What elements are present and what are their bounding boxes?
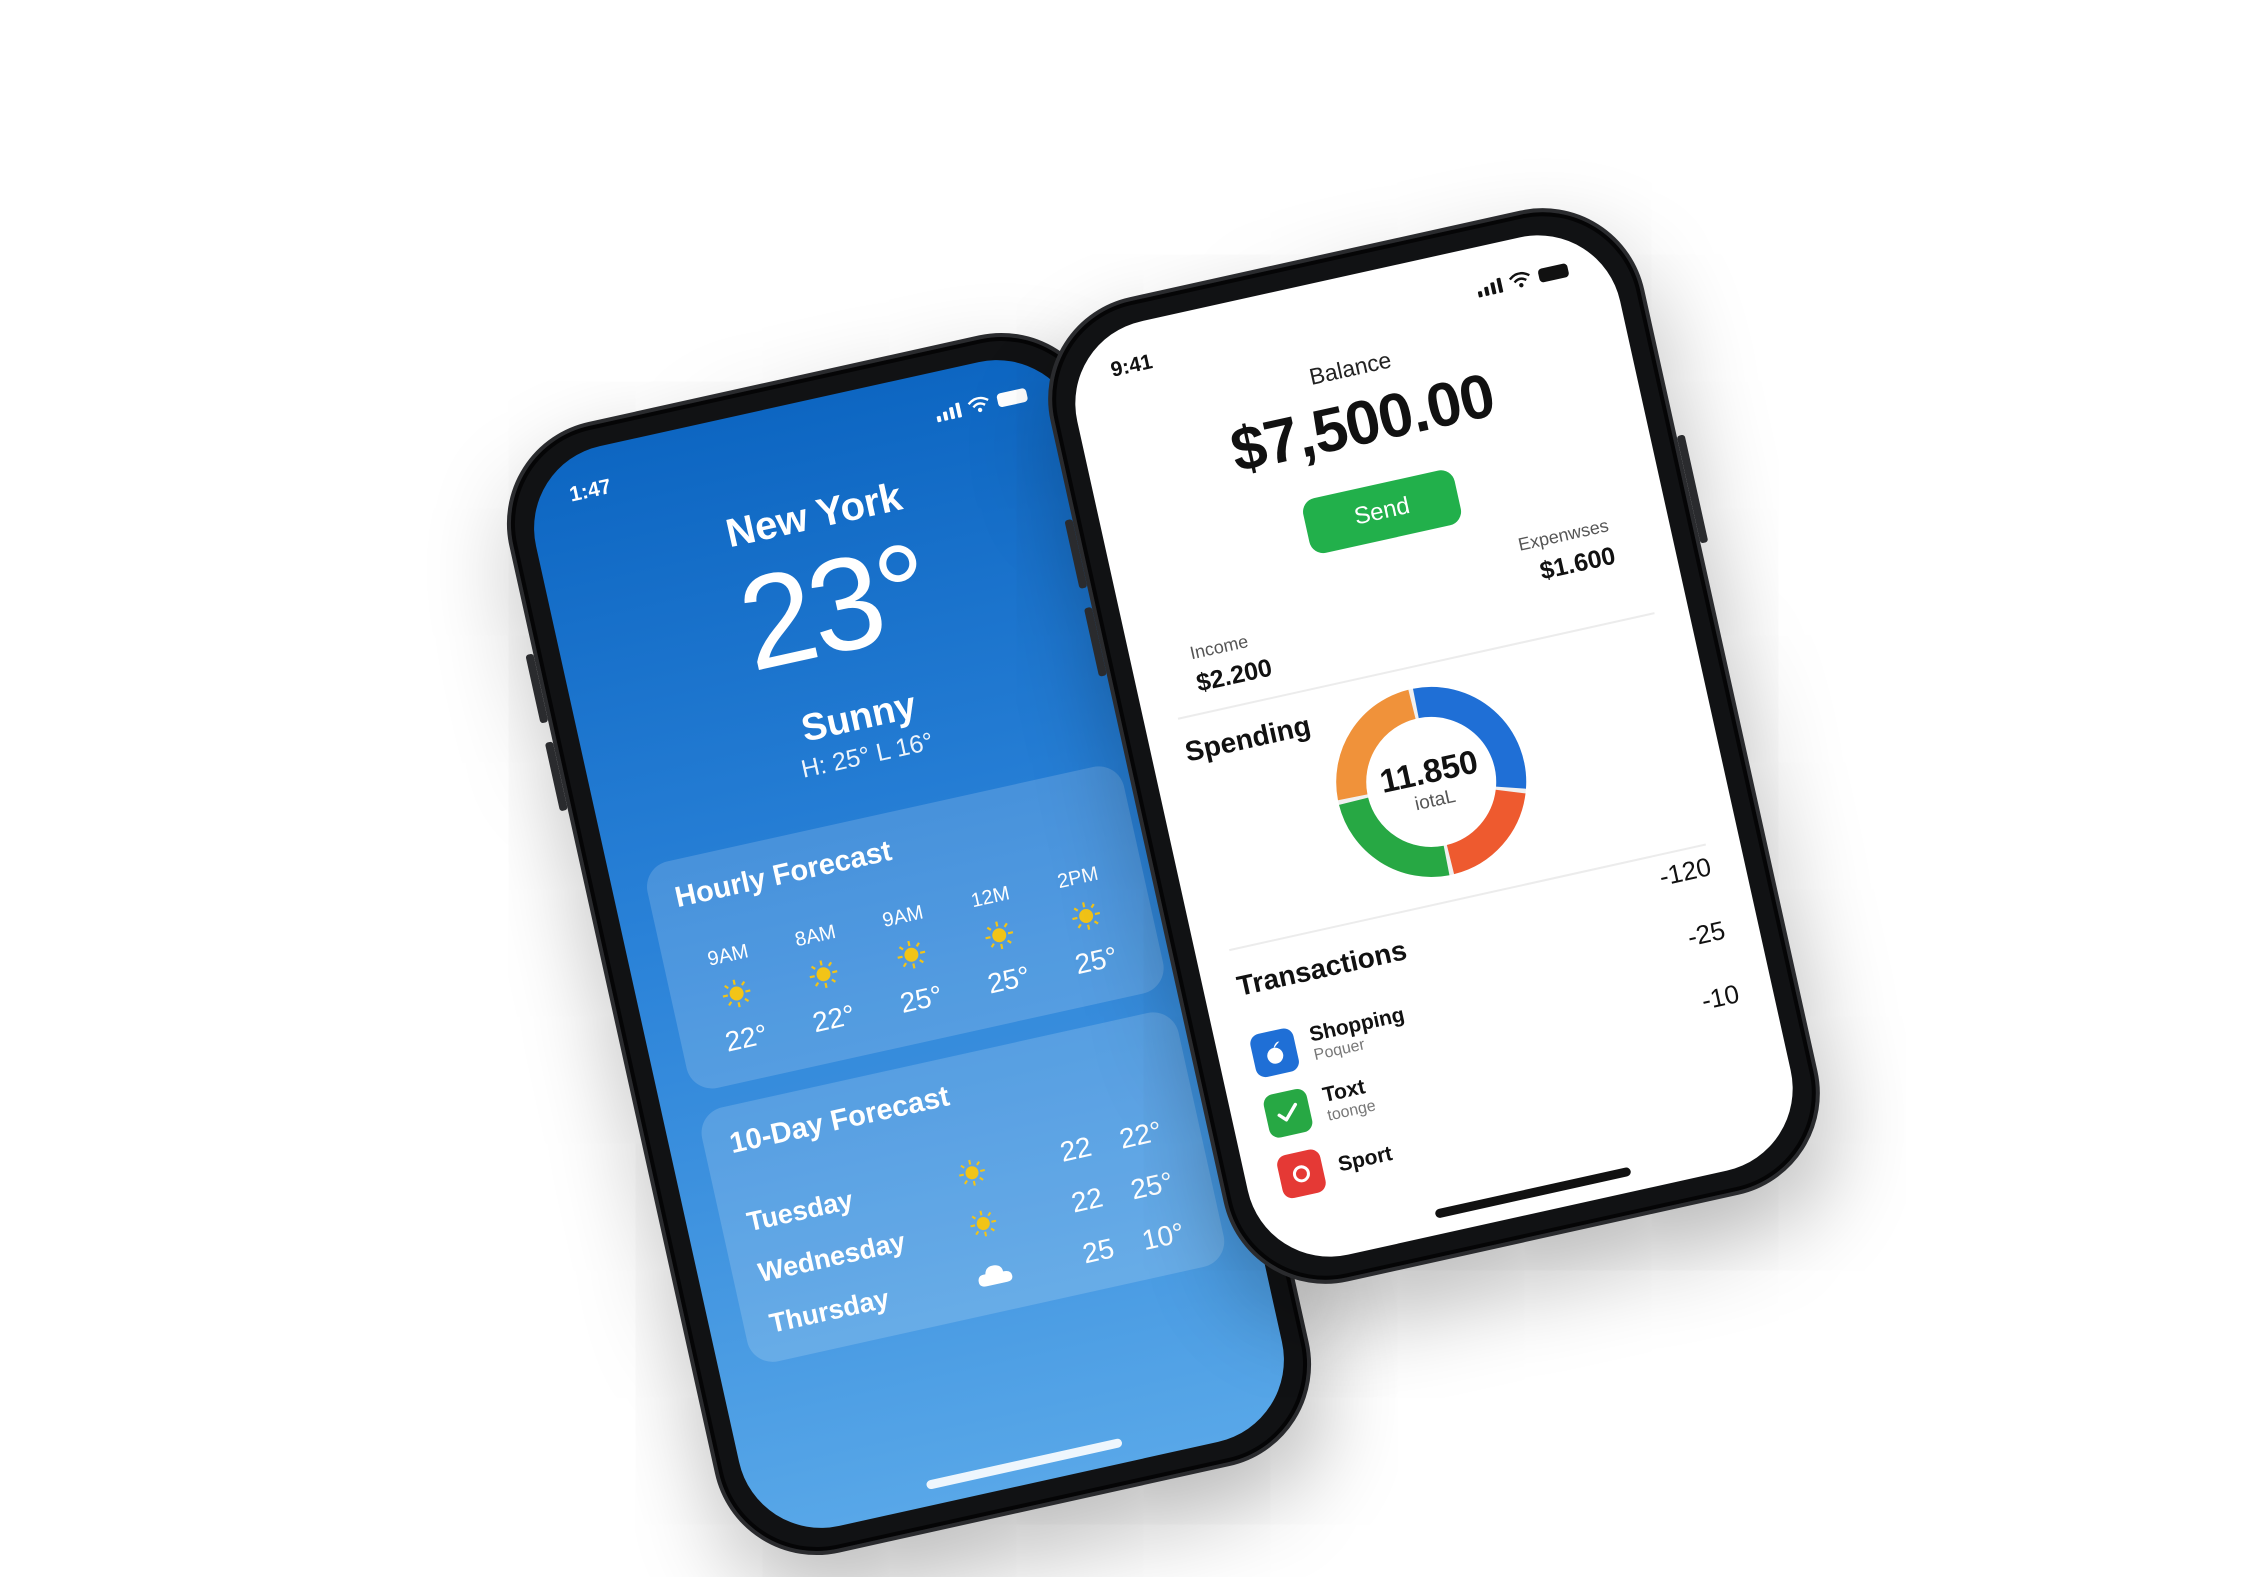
wifi-icon	[1508, 271, 1530, 288]
hour-temp: 25°	[897, 979, 946, 1019]
hour-temp: 22°	[809, 998, 858, 1039]
volume-down-button	[544, 741, 568, 812]
hourly-forecast-title: Hourly Forecast	[672, 835, 895, 915]
day-low: 22	[1057, 1130, 1095, 1168]
spending-title: Spending	[1182, 709, 1314, 768]
sun-icon	[722, 979, 751, 1008]
sun-icon	[1072, 902, 1101, 930]
sport-icon	[1275, 1147, 1328, 1201]
day-low: 25	[1079, 1232, 1117, 1270]
sun-icon	[809, 960, 838, 989]
daily-forecast-title: 10-Day Forecast	[726, 1080, 953, 1161]
battery-icon	[996, 387, 1029, 408]
power-button	[1676, 434, 1709, 544]
hour-temp: 22°	[722, 1018, 771, 1058]
home-indicator[interactable]	[1434, 1166, 1632, 1219]
check-icon	[1261, 1087, 1315, 1140]
sun-icon	[984, 921, 1013, 950]
status-time: 9:41	[1108, 350, 1155, 382]
day-high: 10°	[1139, 1216, 1188, 1257]
apple-icon	[1248, 1026, 1301, 1080]
transaction-name: Sport	[1335, 1142, 1395, 1177]
hour-time: 9AM	[705, 940, 751, 971]
signal-icon	[934, 401, 963, 422]
sun-icon	[970, 1210, 997, 1237]
transactions-title: Transactions	[1234, 934, 1410, 1002]
hour-time: 12M	[969, 882, 1012, 913]
wifi-icon	[967, 396, 989, 413]
hour-temp: 25°	[984, 960, 1033, 1000]
day-low: 22	[1068, 1181, 1106, 1219]
hour-time: 9AM	[880, 901, 926, 932]
day-high: 22°	[1116, 1115, 1165, 1155]
transaction-amount: -120	[1656, 851, 1714, 892]
sun-icon	[897, 940, 926, 969]
donut-center: 11.850 iotaL	[1315, 666, 1548, 899]
status-time: 1:47	[567, 474, 614, 507]
sun-icon	[959, 1159, 985, 1186]
hour-time: 8AM	[792, 920, 838, 952]
cloud-icon	[978, 1265, 1013, 1287]
hour-time: 2PM	[1055, 862, 1101, 894]
home-indicator[interactable]	[925, 1437, 1123, 1490]
day-high: 25°	[1127, 1165, 1176, 1206]
hour-temp: 25°	[1072, 940, 1121, 981]
battery-icon	[1537, 262, 1570, 284]
volume-up-button	[525, 653, 549, 724]
signal-icon	[1476, 277, 1504, 298]
send-button[interactable]: Send	[1300, 467, 1464, 556]
